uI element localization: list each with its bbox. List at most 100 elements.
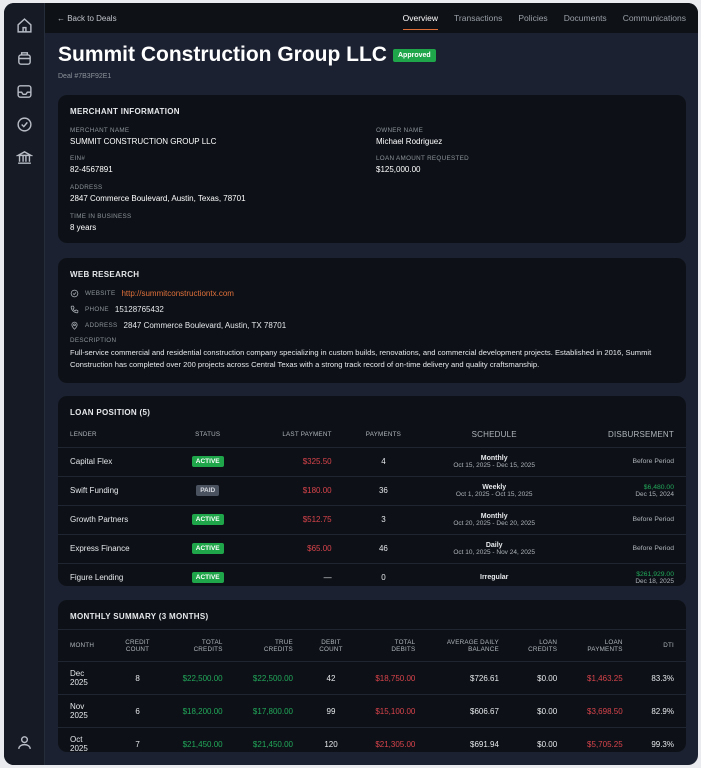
disbursement-amount: Before Period [632,458,674,465]
merchant-name-field: MERCHANT NAME SUMMIT CONSTRUCTION GROUP L… [70,127,216,146]
field-label: MERCHANT NAME [70,127,130,134]
address-row: ADDRESS 2847 Commerce Boulevard, Austin, … [58,317,686,333]
lender-name: Capital Flex [58,446,171,476]
briefcase-icon[interactable] [16,50,33,67]
tab-policies[interactable]: Policies [518,7,547,30]
lender-name: Express Finance [58,533,171,563]
column-header: SCHEDULE [471,430,517,440]
header-line: LOAN [539,638,558,646]
loan-position-card: LOAN POSITION (5) LENDER STATUS LAST PAY… [58,396,686,592]
field-label: ADDRESS [85,321,118,329]
card-title: WEB RESEARCH [70,270,140,279]
phone-icon [70,305,79,313]
tab-documents[interactable]: Documents [564,7,607,30]
column-header: STATUS [195,431,221,439]
tab-overview[interactable]: Overview [402,7,439,30]
disbursement-date: Dec 15, 2024 [635,490,674,498]
sidebar [4,3,45,765]
field-value: Michael Rodriguez [376,137,443,146]
field-value: SUMMIT CONSTRUCTION GROUP LLC [70,137,217,146]
header-line: LOAN [604,638,623,646]
lender-name: Swift Funding [58,475,171,505]
app-window: ← Back to Deals Overview Transactions Po… [4,3,698,765]
field-value: 2847 Commerce Boulevard, Austin, Texas, … [70,194,246,203]
status-badge: ACTIVE [191,572,224,584]
true-credits: $21,450.00 [234,727,305,761]
total-debits: $21,305.00 [357,727,428,761]
home-icon[interactable] [16,17,33,34]
header-line: CREDITS [193,645,223,653]
payments-count: 4 [343,446,424,476]
header-line: TOTAL [201,638,223,646]
payments-count: 3 [343,504,424,534]
website-row: WEBSITE http://summitconstructiontx.com [58,285,686,301]
table-row[interactable]: Capital Flex ACTIVE $325.50 4 Monthly Oct… [58,446,686,476]
column-header: LENDER [70,431,97,439]
header-line: AVERAGE DAILY [446,638,499,646]
debit-count: 120 [304,727,358,761]
table-row[interactable]: Figure Lending ACTIVE — 0 Irregular $261… [58,562,686,592]
user-icon[interactable] [16,734,33,751]
inbox-icon[interactable] [16,83,33,100]
table-row[interactable]: Swift Funding PAID $180.00 36 Weekly Oct … [58,475,686,505]
schedule-frequency: Monthly [480,512,508,520]
table-row[interactable]: Express Finance ACTIVE $65.00 46 Daily Oc… [58,533,686,563]
disbursement-amount: Before Period [632,545,674,552]
loan-credits: $0.00 [510,727,570,761]
lender-name: Growth Partners [58,504,171,534]
field-label: WEBSITE [85,289,116,297]
address-value: 2847 Commerce Boulevard, Austin, TX 7870… [123,320,287,330]
owner-name-field: OWNER NAME Michael Rodriguez [376,127,442,146]
last-payment: $65.00 [245,533,344,563]
header-line: COUNT [319,645,343,653]
table-row[interactable]: Growth Partners ACTIVE $512.75 3 Monthly… [58,504,686,534]
schedule-range: Oct 15, 2025 - Dec 15, 2025 [453,461,536,469]
status-badge: ACTIVE [191,456,224,467]
disbursement-date: Dec 18, 2025 [635,577,674,585]
field-label: DESCRIPTION [70,337,117,344]
tab-communications[interactable]: Communications [623,7,686,30]
header-line: CREDITS [263,645,293,653]
payments-count: 0 [343,562,424,592]
back-to-deals-link[interactable]: ← Back to Deals [57,14,117,23]
schedule-range: Oct 10, 2025 - Nov 24, 2025 [453,548,536,556]
credit-count: 7 [110,727,165,761]
page-title: Summit Construction Group LLC [58,43,387,66]
bank-icon[interactable] [16,149,33,166]
table-row[interactable]: Oct 2025 7 $21,450.00 $21,450.00 120 $21,… [58,727,686,761]
column-header: DISBURSEMENT [608,430,674,440]
card-title: MONTHLY SUMMARY (3 MONTHS) [70,612,209,621]
field-value: $125,000.00 [376,165,421,174]
table-row[interactable]: Nov 2025 6 $18,200.00 $17,800.00 99 $15,1… [58,694,686,728]
status-badge: ACTIVE [191,514,224,525]
schedule-frequency: Monthly [480,454,508,462]
schedule-frequency: Daily [485,541,503,549]
column-header: LOAN CREDITS [511,630,569,662]
web-research-card: WEB RESEARCH WEBSITE http://summitconstru… [58,258,686,383]
phone-row: PHONE 15128765432 [58,301,686,317]
header-line: CREDIT [125,638,150,646]
check-circle-icon[interactable] [16,116,33,133]
column-header: TOTAL DEBITS [357,630,427,662]
website-link[interactable]: http://summitconstructiontx.com [121,289,233,298]
verified-icon [70,289,79,297]
average-daily-balance: $606.67 [427,694,511,728]
tab-bar: Overview Transactions Policies Documents… [402,7,686,30]
last-payment: $180.00 [245,475,344,505]
card-title: LOAN POSITION (5) [70,408,151,417]
schedule-range: Oct 20, 2025 - Dec 20, 2025 [453,519,536,527]
field-label: TIME IN BUSINESS [70,213,132,220]
loan-credits: $0.00 [510,694,570,728]
average-daily-balance: $691.94 [427,727,511,761]
table-row[interactable]: Dec 2025 8 $22,500.00 $22,500.00 42 $18,7… [58,661,686,695]
last-payment: — [245,562,344,592]
column-header: MONTH [58,630,111,662]
column-header: DEBIT COUNT [305,630,357,662]
tab-transactions[interactable]: Transactions [454,7,502,30]
disbursement-amount: $6,480.00 [643,483,674,491]
last-payment: $512.75 [245,504,344,534]
dti: 82.9% [634,694,686,728]
schedule-range: Oct 1, 2025 - Oct 15, 2025 [455,490,533,498]
loan-credits: $0.00 [510,661,570,695]
description-text: Full-service commercial and residential … [70,348,652,369]
